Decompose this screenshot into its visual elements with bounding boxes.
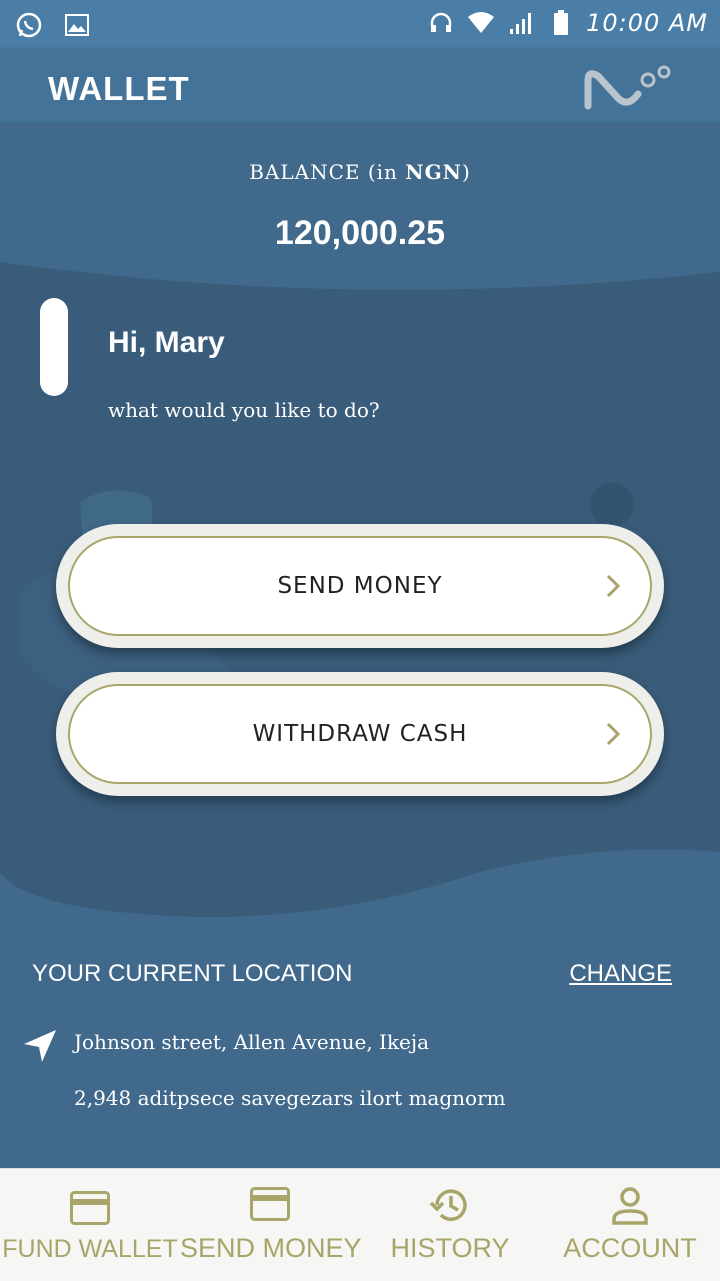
withdraw-cash-label: WITHDRAW CASH — [252, 721, 468, 747]
nav-send-money-label: SEND MONEY — [180, 1233, 362, 1263]
signal-icon — [506, 8, 536, 38]
chevron-right-icon — [606, 574, 620, 598]
wifi-icon — [466, 8, 496, 38]
page-title: WALLET — [48, 70, 190, 107]
change-location-link[interactable]: CHANGE — [569, 960, 672, 988]
balance-amount: 120,000.25 — [274, 214, 446, 252]
battery-icon — [546, 8, 576, 38]
headset-icon — [426, 8, 456, 38]
card-icon — [70, 1191, 110, 1225]
balance-label: BALANCE (in NGN) — [249, 160, 471, 184]
send-money-label: SEND MONEY — [277, 573, 443, 599]
nav-history[interactable]: HISTORY — [360, 1169, 540, 1281]
greeting-indicator — [40, 298, 68, 396]
nav-fund-wallet-label: FUND WALLET — [2, 1235, 178, 1263]
location-detail: 2,948 aditpsece savegezars ilort magnorm — [74, 1086, 506, 1110]
nav-account[interactable]: ACCOUNT — [540, 1169, 720, 1281]
status-bar: 10:00 AM — [0, 0, 720, 48]
whatsapp-icon — [14, 10, 44, 40]
person-icon — [612, 1187, 648, 1225]
bottom-navigation: FUND WALLET SEND MONEY HISTORY ACCOUNT — [0, 1168, 720, 1281]
card-icon — [250, 1187, 290, 1221]
greeting-prompt: what would you like to do? — [108, 398, 380, 422]
history-icon — [429, 1189, 467, 1221]
greeting-name: Hi, Mary — [108, 326, 225, 359]
image-icon — [62, 10, 92, 40]
brand-logo-icon — [582, 60, 674, 117]
wallet-main: BALANCE (in NGN) 120,000.25 Hi, Mary wha… — [0, 122, 720, 1168]
nav-account-label: ACCOUNT — [563, 1233, 697, 1263]
navigation-arrow-icon — [24, 1030, 56, 1062]
chevron-right-icon — [606, 722, 620, 746]
nav-fund-wallet[interactable]: FUND WALLET — [0, 1169, 180, 1281]
location-address: Johnson street, Allen Avenue, Ikeja — [74, 1030, 430, 1054]
app-bar: WALLET — [0, 48, 720, 122]
nav-history-label: HISTORY — [390, 1233, 510, 1263]
nav-send-money[interactable]: SEND MONEY — [180, 1169, 362, 1281]
location-title: YOUR CURRENT LOCATION — [32, 960, 353, 987]
status-time: 10:00 AM — [586, 9, 708, 37]
withdraw-cash-button[interactable]: WITHDRAW CASH — [56, 672, 664, 796]
send-money-button[interactable]: SEND MONEY — [56, 524, 664, 648]
